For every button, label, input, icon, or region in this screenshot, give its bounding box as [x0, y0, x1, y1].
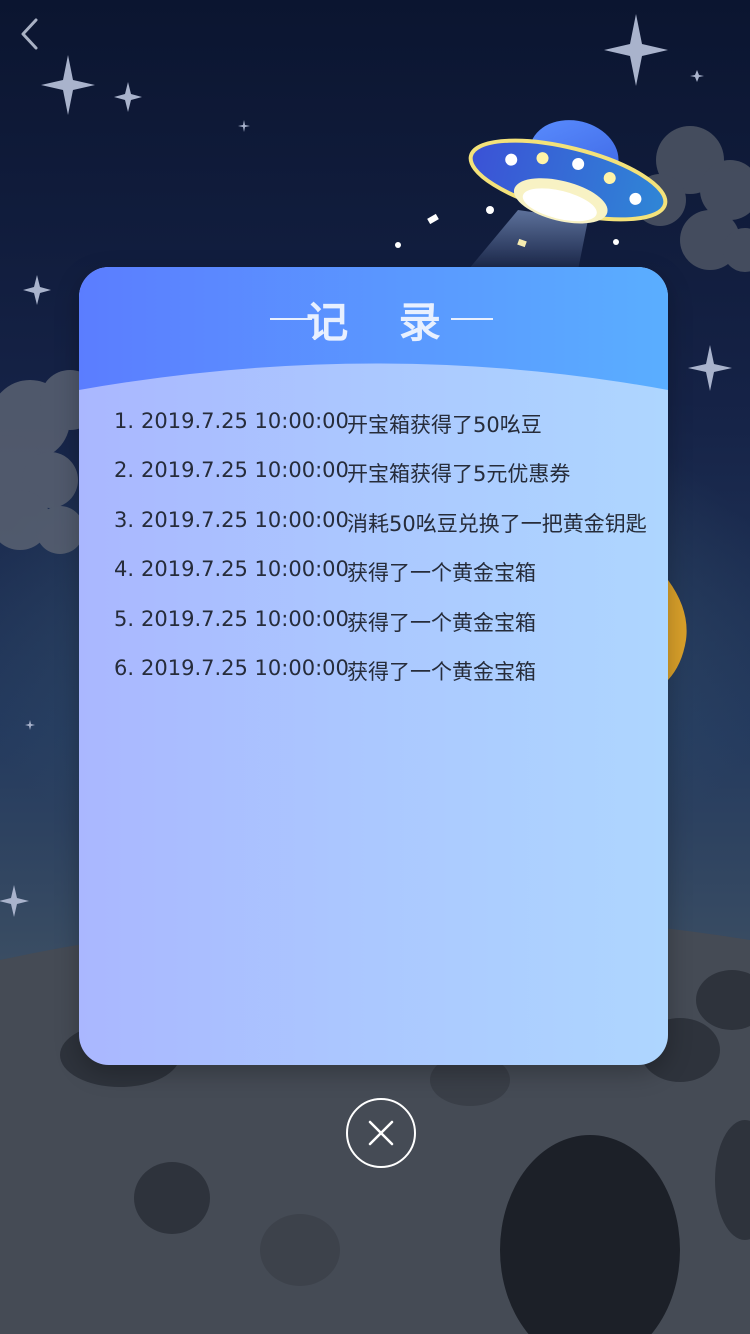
record-description: 开宝箱获得了50吆豆	[347, 413, 542, 437]
record-time: 2019.7.25 10:00:00	[141, 655, 349, 680]
record-index: 6.	[113, 655, 134, 680]
title-dash-right	[451, 318, 493, 320]
list-item: 6. 2019.7.25 10:00:00 获得了一个黄金宝箱	[79, 656, 668, 705]
record-time: 2019.7.25 10:00:00	[141, 557, 349, 582]
list-item: 5. 2019.7.25 10:00:00 获得了一个黄金宝箱	[79, 607, 668, 656]
dialog-header: 记 录	[79, 267, 668, 397]
list-item: 1. 2019.7.25 10:00:00 开宝箱获得了50吆豆	[79, 409, 668, 458]
record-description: 消耗50吆豆兑换了一把黄金钥匙	[347, 511, 647, 536]
back-button[interactable]	[8, 12, 52, 56]
record-index: 2.	[113, 458, 134, 483]
record-time: 2019.7.25 10:00:00	[141, 606, 349, 631]
record-index: 3.	[113, 507, 134, 532]
record-time: 2019.7.25 10:00:00	[141, 507, 349, 532]
close-icon	[368, 1120, 394, 1146]
record-time: 2019.7.25 10:00:00	[141, 458, 349, 483]
record-time: 2019.7.25 10:00:00	[141, 409, 349, 433]
record-description: 获得了一个黄金宝箱	[347, 659, 536, 684]
record-description: 获得了一个黄金宝箱	[347, 610, 536, 635]
list-item: 4. 2019.7.25 10:00:00 获得了一个黄金宝箱	[79, 557, 668, 606]
records-list: 1. 2019.7.25 10:00:00 开宝箱获得了50吆豆 2. 2019…	[79, 409, 668, 705]
close-button[interactable]	[346, 1098, 416, 1168]
record-index: 5.	[113, 606, 134, 631]
records-dialog: 记 录 1. 2019.7.25 10:00:00 开宝箱获得了50吆豆 2. …	[79, 267, 668, 1065]
dialog-title: 记 录	[306, 298, 459, 347]
list-item: 3. 2019.7.25 10:00:00 消耗50吆豆兑换了一把黄金钥匙	[79, 508, 668, 557]
record-description: 获得了一个黄金宝箱	[347, 561, 536, 586]
record-index: 1.	[113, 409, 134, 433]
chevron-left-icon	[21, 18, 38, 50]
record-index: 4.	[113, 557, 134, 582]
list-item: 2. 2019.7.25 10:00:00 开宝箱获得了5元优惠券	[79, 458, 668, 507]
record-description: 开宝箱获得了5元优惠券	[347, 462, 571, 487]
